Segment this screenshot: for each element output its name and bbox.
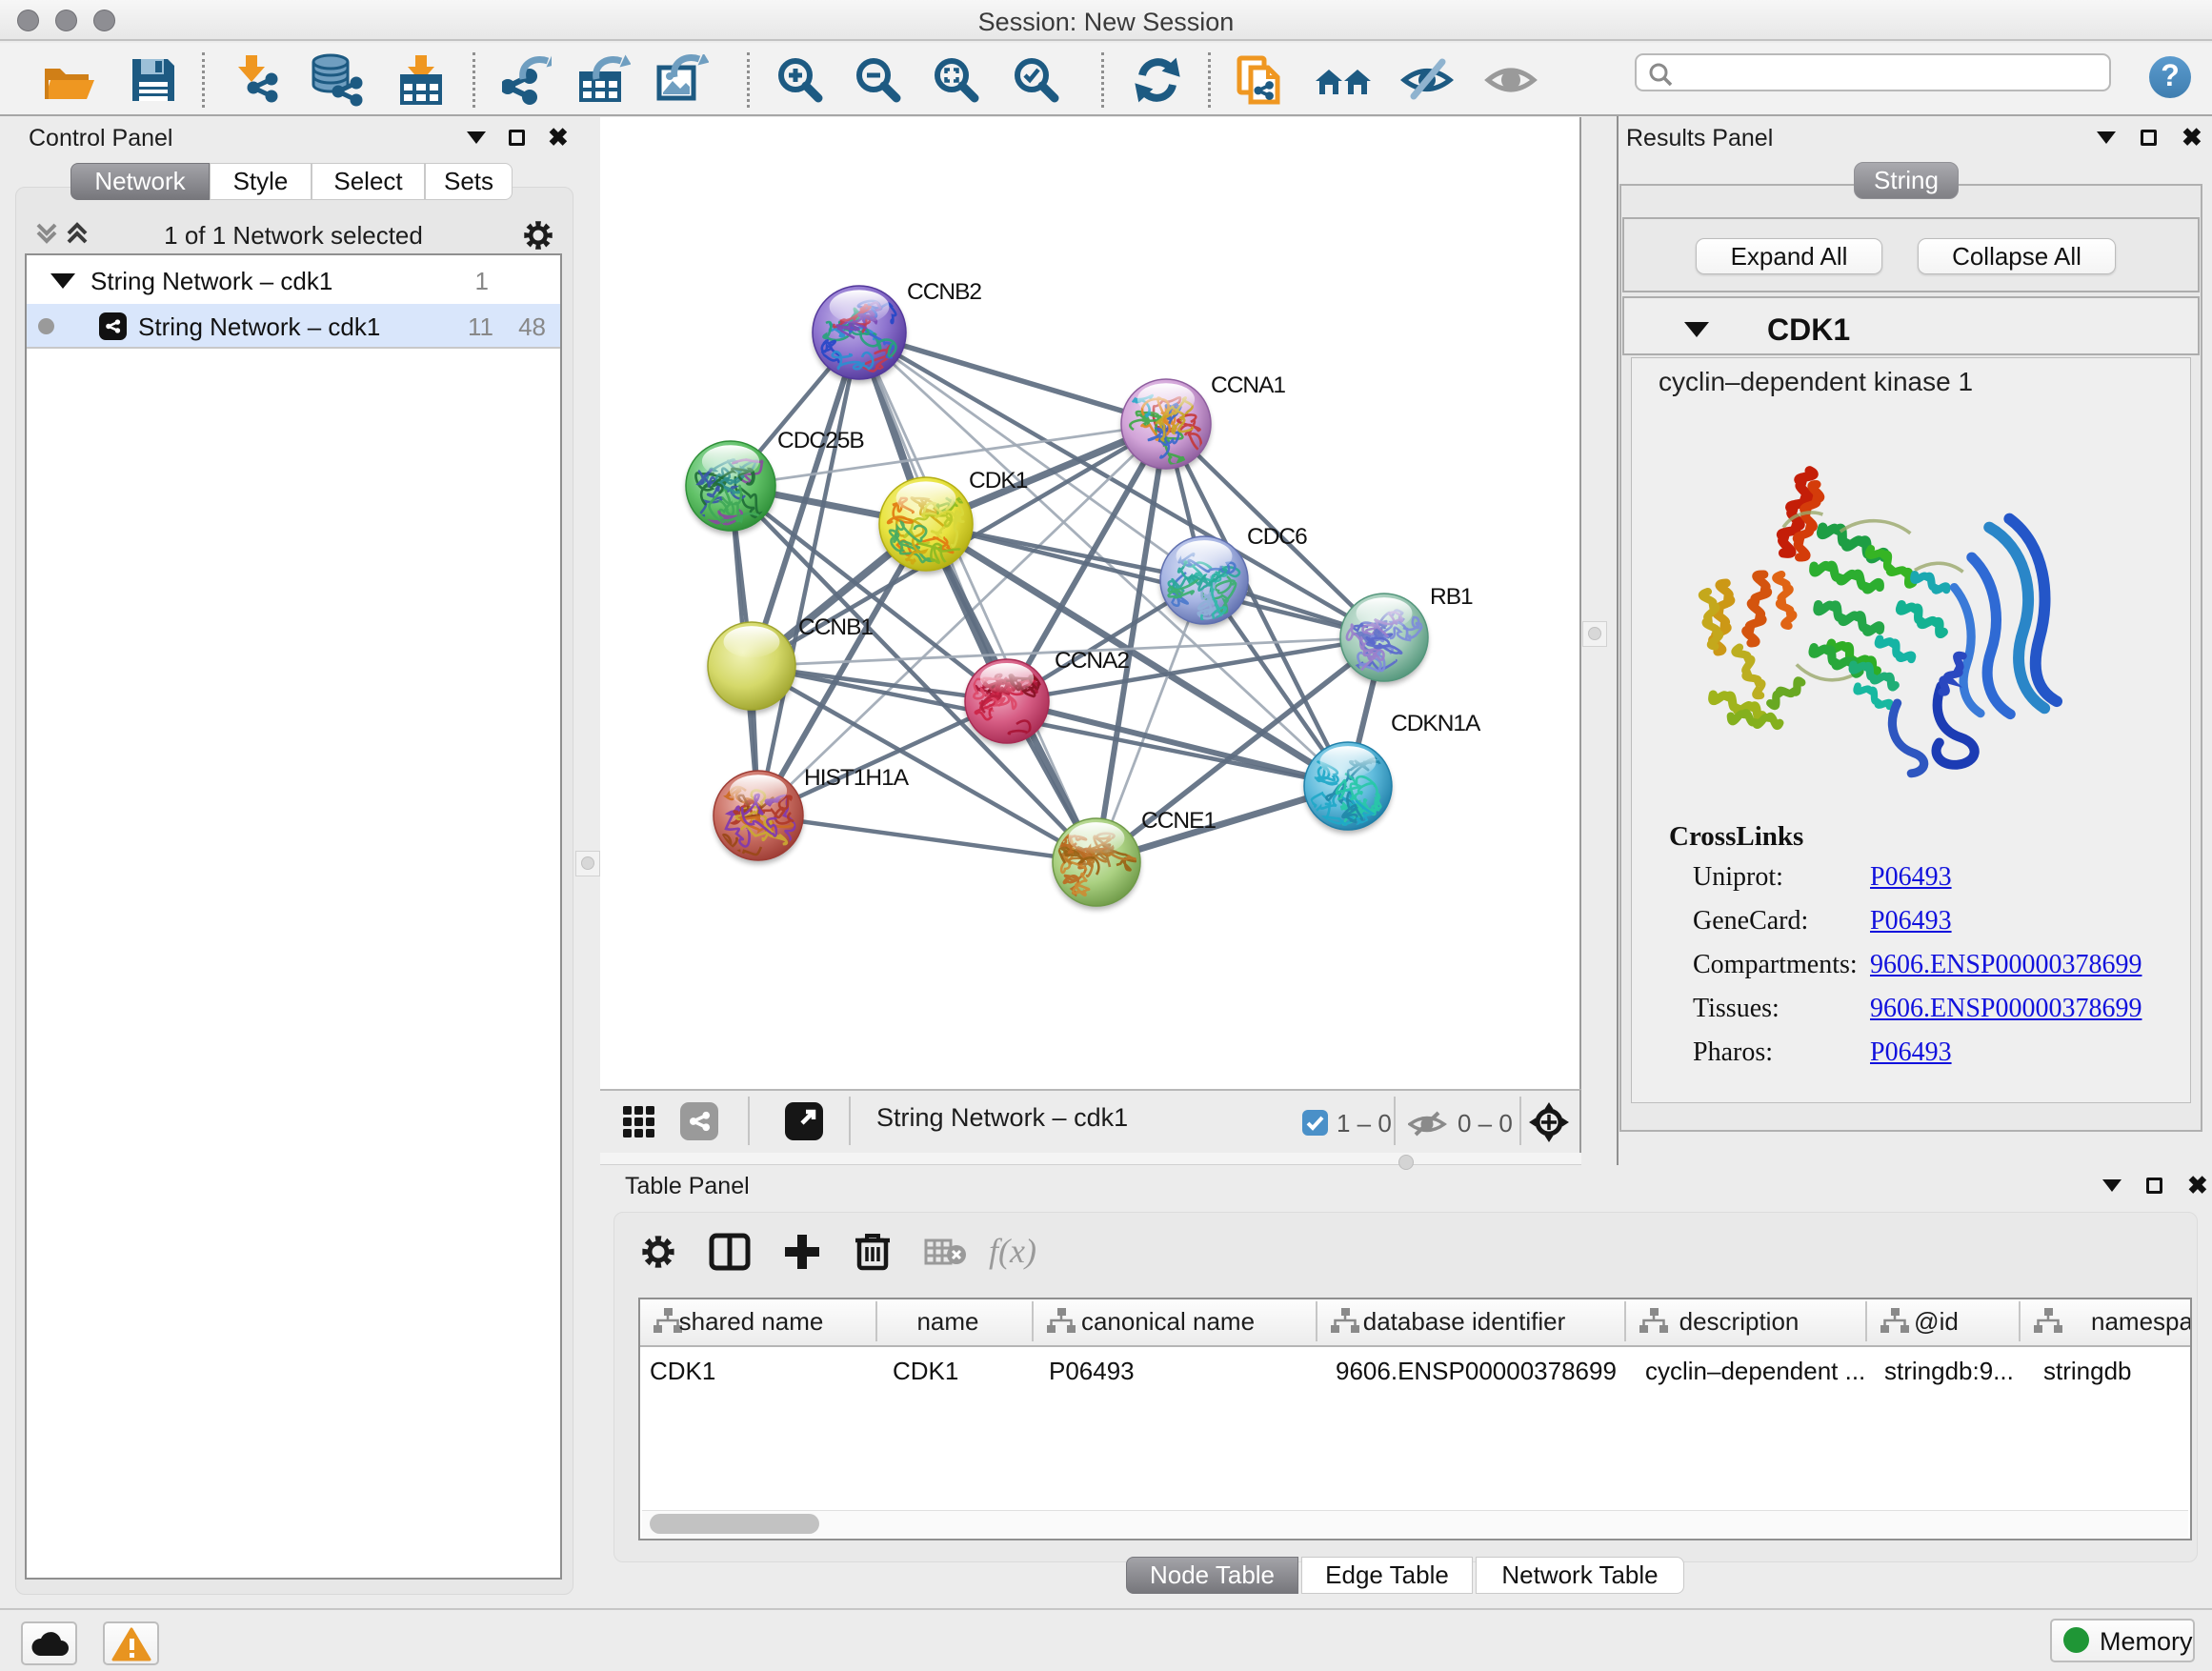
svg-text:CCNA2: CCNA2 [1055, 648, 1129, 674]
svg-text:CCNB1: CCNB1 [798, 614, 873, 640]
svg-text:HIST1H1A: HIST1H1A [804, 765, 910, 791]
svg-text:CDC6: CDC6 [1247, 524, 1307, 550]
svg-text:CCNA1: CCNA1 [1211, 372, 1285, 398]
svg-text:CDC25B: CDC25B [777, 428, 864, 453]
svg-text:CCNE1: CCNE1 [1141, 808, 1216, 834]
svg-text:CCNB2: CCNB2 [907, 279, 981, 305]
svg-text:CDK1: CDK1 [969, 468, 1028, 493]
svg-text:RB1: RB1 [1430, 584, 1473, 610]
svg-text:CDKN1A: CDKN1A [1391, 711, 1481, 736]
